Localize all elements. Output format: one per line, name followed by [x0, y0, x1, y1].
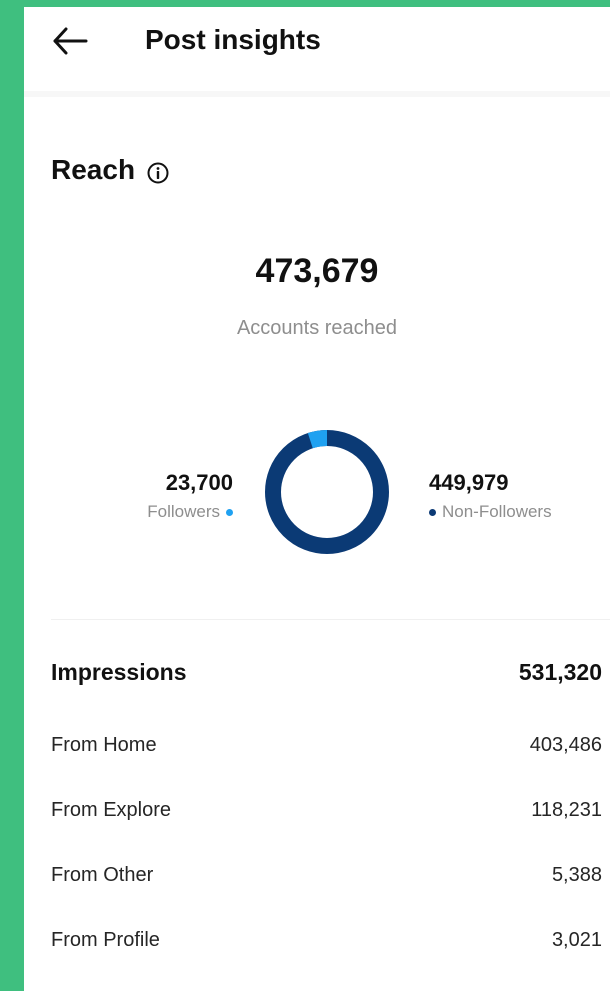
donut-followers-segment [265, 430, 389, 554]
header-divider [24, 91, 610, 97]
impressions-value: 531,320 [518, 659, 602, 685]
reach-section-title: Reach [51, 154, 169, 186]
impression-source-row: From Other 5,388 [51, 864, 602, 887]
reach-title: Reach [51, 154, 136, 185]
followers-legend: Followers [118, 502, 233, 522]
followers-label: Followers [147, 502, 220, 521]
impression-source-row: From Profile 3,021 [51, 929, 602, 952]
post-insights-screen: Post insights Reach 473,679 Accounts rea… [24, 7, 610, 991]
source-label-other: From Other [51, 864, 154, 886]
source-value-other: 5,388 [551, 864, 602, 886]
accounts-reached-label: Accounts reached [236, 317, 398, 339]
non-followers-stat: 449,979 Non-Followers [429, 470, 610, 522]
non-followers-value: 449,979 [429, 470, 509, 495]
non-followers-legend: Non-Followers [429, 502, 610, 522]
source-value-explore: 118,231 [531, 799, 602, 821]
followers-stat: 23,700 Followers [118, 470, 233, 522]
back-arrow-icon[interactable] [50, 23, 90, 59]
source-value-home: 403,486 [529, 734, 602, 756]
impressions-row: Impressions 531,320 [51, 659, 602, 686]
section-divider [51, 619, 610, 620]
followers-value: 23,700 [165, 470, 233, 495]
source-label-profile: From Profile [51, 929, 160, 951]
followers-dot-icon [226, 508, 233, 516]
donut-non-followers-segment [265, 430, 389, 554]
source-label-home: From Home [51, 734, 157, 756]
non-followers-label: Non-Followers [442, 502, 552, 521]
non-followers-dot-icon [429, 508, 436, 516]
accounts-reached-value: 473,679 [255, 252, 379, 290]
info-circle-icon[interactable] [147, 159, 169, 184]
reach-donut-chart [264, 429, 390, 555]
source-label-explore: From Explore [51, 799, 172, 821]
header: Post insights [24, 7, 610, 85]
page-title: Post insights [145, 24, 321, 55]
impressions-label: Impressions [51, 659, 187, 685]
impression-source-row: From Explore 118,231 [51, 799, 602, 822]
impression-source-row: From Home 403,486 [51, 734, 602, 757]
source-value-profile: 3,021 [551, 929, 602, 951]
